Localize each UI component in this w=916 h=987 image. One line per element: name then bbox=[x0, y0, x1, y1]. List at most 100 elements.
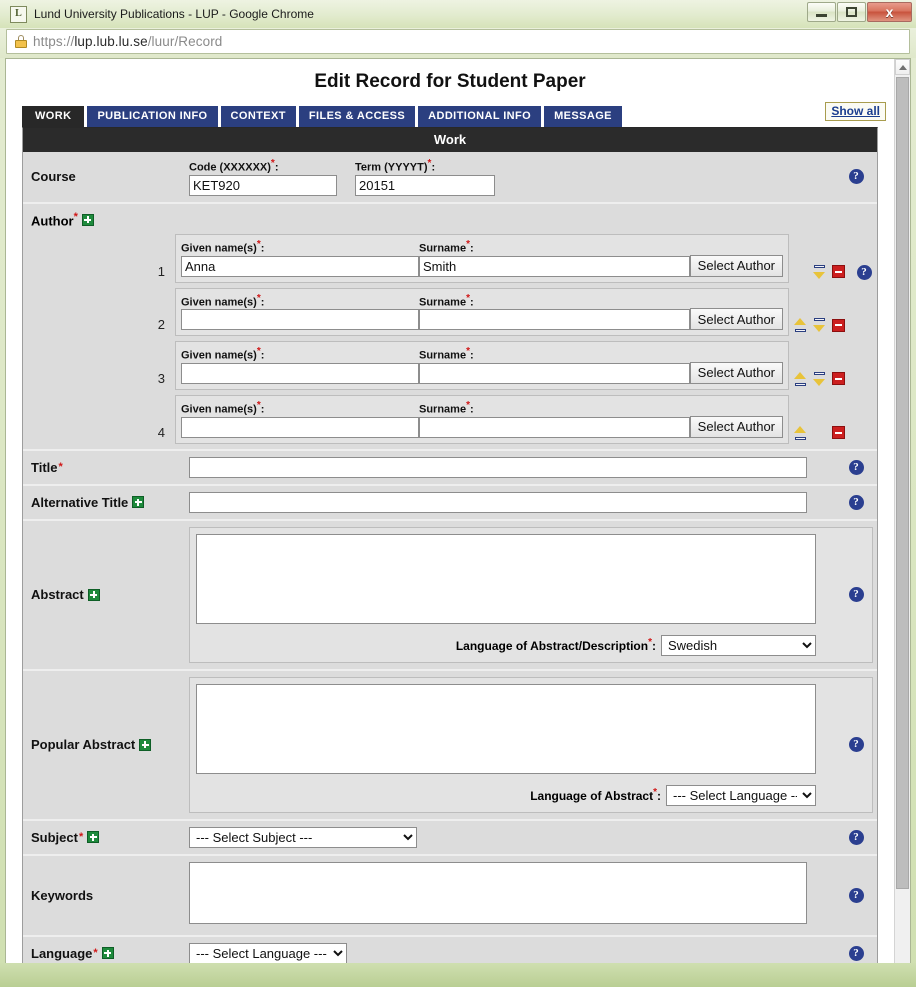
author-row-actions bbox=[789, 371, 851, 390]
popular-abstract-language-select[interactable]: --- Select Language --- bbox=[666, 784, 816, 806]
maximize-icon bbox=[846, 7, 857, 17]
author-index: 3 bbox=[157, 370, 165, 386]
required-marker: * bbox=[93, 947, 98, 960]
help-icon[interactable]: ? bbox=[848, 494, 864, 510]
abstract-language-select[interactable]: Swedish bbox=[661, 634, 816, 656]
chevron-up-icon bbox=[898, 64, 907, 70]
delete-author-icon[interactable] bbox=[832, 265, 845, 279]
add-subject-icon[interactable] bbox=[87, 831, 100, 844]
help-icon[interactable]: ? bbox=[848, 945, 864, 961]
add-alt-title-icon[interactable] bbox=[132, 496, 145, 509]
select-author-button[interactable]: Select Author bbox=[689, 308, 783, 331]
label-abstract: Abstract bbox=[23, 521, 175, 669]
popular-abstract-textarea[interactable] bbox=[196, 683, 816, 774]
help-icon[interactable]: ? bbox=[848, 459, 864, 475]
select-author-button[interactable]: Select Author bbox=[689, 415, 783, 438]
tab-work[interactable]: WORK bbox=[22, 106, 85, 127]
author-given-label-text: Given name(s) bbox=[181, 349, 257, 362]
field-popular-abstract: Language of Abstract*: --- Select Langua… bbox=[175, 671, 873, 819]
select-author-button[interactable]: Select Author bbox=[689, 361, 783, 384]
help-icon[interactable]: ? bbox=[856, 264, 872, 280]
author-fields: Given name(s)*: Surname*: Select Author bbox=[175, 394, 789, 444]
course-term-group: Term (YYYYT)*: bbox=[355, 158, 495, 196]
author-surname-label: Surname*: bbox=[419, 292, 474, 309]
language-select[interactable]: --- Select Language --- bbox=[189, 942, 347, 964]
author-fields: Given name(s)*: Surname*: Select Author bbox=[175, 341, 789, 390]
url-host: lup.lub.lu.se bbox=[74, 34, 148, 49]
address-bar[interactable]: https://lup.lub.lu.se/luur/Record bbox=[6, 29, 910, 54]
author-surname-input[interactable] bbox=[419, 309, 690, 331]
move-down-icon[interactable] bbox=[813, 318, 826, 333]
label-course: Course bbox=[23, 152, 175, 202]
maximize-button[interactable] bbox=[837, 2, 866, 22]
work-form-panel: Work Course Code (XXXXXX)*: KET920 Term … bbox=[22, 127, 878, 987]
help-icon[interactable]: ? bbox=[848, 887, 864, 903]
author-surname-input[interactable] bbox=[419, 362, 690, 384]
delete-author-icon[interactable] bbox=[832, 318, 845, 332]
move-up-icon[interactable] bbox=[794, 371, 807, 386]
page-viewport: Edit Record for Student Paper WORK PUBLIC… bbox=[5, 58, 911, 987]
help-icon[interactable]: ? bbox=[848, 737, 864, 753]
course-term-input[interactable] bbox=[355, 174, 495, 196]
delete-author-icon[interactable] bbox=[832, 372, 845, 386]
author-given-input[interactable] bbox=[181, 362, 419, 384]
course-code-input[interactable] bbox=[189, 174, 337, 196]
label-language-text: Language bbox=[31, 945, 93, 961]
subject-select[interactable]: --- Select Subject --- bbox=[189, 826, 417, 848]
required-marker: * bbox=[58, 461, 63, 474]
close-button[interactable]: x bbox=[867, 2, 912, 22]
page-scrollbar[interactable] bbox=[894, 59, 910, 987]
page-title: Edit Record for Student Paper bbox=[314, 71, 586, 92]
author-given-group: Given name(s)*: bbox=[181, 239, 419, 277]
move-up-icon[interactable] bbox=[794, 318, 807, 333]
minimize-button[interactable] bbox=[807, 2, 836, 22]
add-author-icon[interactable] bbox=[81, 213, 94, 226]
scrollbar-thumb[interactable] bbox=[896, 77, 909, 889]
title-input[interactable] bbox=[189, 456, 807, 478]
tab-message[interactable]: MESSAGE bbox=[544, 106, 622, 127]
author-surname-label: Surname*: bbox=[419, 399, 474, 416]
abstract-textarea[interactable] bbox=[196, 533, 816, 624]
add-abstract-icon[interactable] bbox=[87, 588, 100, 601]
author-fields: Given name(s)*: Surname*: Select Author bbox=[175, 287, 789, 337]
author-surname-label: Surname*: bbox=[419, 238, 474, 255]
author-given-input[interactable] bbox=[181, 416, 419, 438]
url-text: https://lup.lub.lu.se/luur/Record bbox=[33, 34, 222, 49]
move-up-icon[interactable] bbox=[794, 425, 807, 440]
move-down-icon[interactable] bbox=[813, 371, 826, 386]
select-author-button[interactable]: Select Author bbox=[689, 254, 783, 277]
author-index: 2 bbox=[157, 317, 165, 333]
window-title-text: Lund University Publications - LUP - Goo… bbox=[34, 7, 314, 21]
tab-files-access[interactable]: FILES & ACCESS bbox=[298, 106, 416, 127]
row-title: Title * ? bbox=[23, 450, 877, 486]
keywords-textarea[interactable] bbox=[189, 861, 807, 924]
label-subject-text: Subject bbox=[31, 829, 78, 845]
tab-context[interactable]: CONTEXT bbox=[220, 106, 296, 127]
help-icon[interactable]: ? bbox=[848, 829, 864, 845]
author-surname-label-text: Surname bbox=[419, 242, 467, 255]
author-given-input[interactable] bbox=[181, 255, 419, 277]
show-all-link[interactable]: Show all bbox=[831, 104, 880, 118]
help-icon[interactable]: ? bbox=[848, 169, 864, 185]
add-language-icon[interactable] bbox=[101, 947, 114, 960]
field-alt-title bbox=[175, 486, 835, 519]
required-marker: * bbox=[256, 292, 261, 304]
tab-additional-info[interactable]: ADDITIONAL INFO bbox=[418, 106, 542, 127]
show-all-box[interactable]: Show all bbox=[825, 102, 886, 121]
help-col-spacer bbox=[851, 333, 877, 336]
label-subject: Subject * bbox=[23, 821, 175, 854]
author-surname-input[interactable] bbox=[419, 255, 690, 277]
scroll-up-button[interactable] bbox=[895, 59, 910, 75]
help-col-course: ? bbox=[835, 152, 877, 202]
add-popular-abstract-icon[interactable] bbox=[139, 738, 152, 751]
tab-publication-info[interactable]: PUBLICATION INFO bbox=[87, 106, 218, 127]
author-surname-input[interactable] bbox=[419, 416, 690, 438]
delete-author-icon[interactable] bbox=[832, 426, 845, 440]
help-col-author: ? bbox=[851, 264, 877, 283]
author-given-input[interactable] bbox=[181, 309, 419, 331]
field-course: Code (XXXXXX)*: Term (YYYYT)*: bbox=[175, 152, 835, 202]
author-surname-label: Surname*: bbox=[419, 346, 474, 362]
alt-title-input[interactable] bbox=[189, 491, 807, 513]
move-down-icon[interactable] bbox=[813, 264, 826, 279]
help-icon[interactable]: ? bbox=[848, 587, 864, 603]
